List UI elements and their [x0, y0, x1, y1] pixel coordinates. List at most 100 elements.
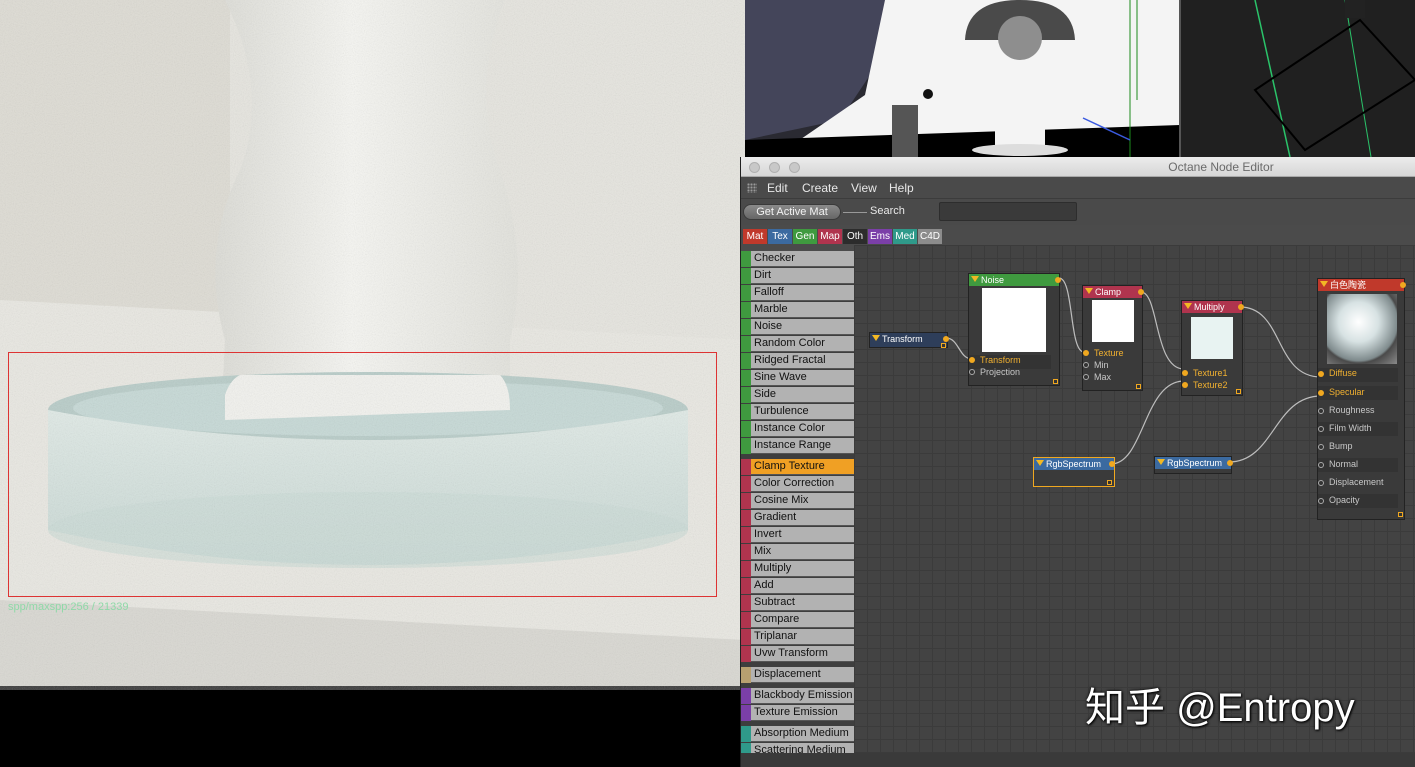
material-displacement-input[interactable] [1318, 480, 1324, 486]
category-color-bar [741, 705, 751, 721]
material-normal-input[interactable] [1318, 462, 1324, 468]
category-tab-ems[interactable]: Ems [868, 229, 892, 244]
node-list-item-add[interactable]: Add [741, 578, 854, 594]
resize-grip-icon[interactable] [1136, 384, 1141, 389]
node-list-item-multiply[interactable]: Multiply [741, 561, 854, 577]
category-tab-c4d[interactable]: C4D [918, 229, 942, 244]
node-clamp-texture-input[interactable] [1083, 350, 1089, 356]
node-rgbspectrum-1[interactable]: RgbSpectrum [1033, 457, 1115, 487]
resize-grip-icon[interactable] [1053, 379, 1058, 384]
window-titlebar[interactable]: Octane Node Editor [741, 157, 1415, 177]
collapse-arrow-icon[interactable] [971, 276, 979, 282]
search-input[interactable] [939, 202, 1077, 221]
node-clamp[interactable]: Clamp Texture Min Max [1082, 285, 1144, 391]
node-noise[interactable]: Noise Transform Projection [968, 273, 1061, 386]
category-tab-oth[interactable]: Oth [843, 229, 867, 244]
viewport-scene [745, 0, 1415, 157]
node-multiply-texture1-input[interactable] [1182, 370, 1188, 376]
node-list-item-ridged-fractal[interactable]: Ridged Fractal [741, 353, 854, 369]
node-list-item-cosine-mix[interactable]: Cosine Mix [741, 493, 854, 509]
menu-create[interactable]: Create [802, 181, 838, 195]
node-list-label: Falloff [754, 286, 784, 298]
node-list-item-dirt[interactable]: Dirt [741, 268, 854, 284]
node-multiply-texture2-input[interactable] [1182, 382, 1188, 388]
node-list-label: Texture Emission [754, 706, 838, 718]
render-viewport[interactable] [0, 0, 745, 690]
node-list-item-random-color[interactable]: Random Color [741, 336, 854, 352]
port-label: Texture [1094, 348, 1124, 358]
resize-grip-icon[interactable] [1398, 512, 1403, 517]
node-list-item-texture-emission[interactable]: Texture Emission [741, 705, 854, 721]
node-list-item-compare[interactable]: Compare [741, 612, 854, 628]
node-multiply-output[interactable] [1238, 304, 1244, 310]
node-list-label: Add [754, 579, 774, 591]
node-list-item-invert[interactable]: Invert [741, 527, 854, 543]
node-clamp-output[interactable] [1138, 289, 1144, 295]
node-list-item-absorption-medium[interactable]: Absorption Medium [741, 726, 854, 742]
collapse-arrow-icon[interactable] [1320, 281, 1328, 287]
get-active-mat-button[interactable]: Get Active Mat [743, 204, 841, 220]
category-tab-gen[interactable]: Gen [793, 229, 817, 244]
material-roughness-input[interactable] [1318, 408, 1324, 414]
node-rgbspectrum-2-output[interactable] [1227, 460, 1233, 466]
collapse-arrow-icon[interactable] [1157, 459, 1165, 465]
node-list-item-uvw-transform[interactable]: Uvw Transform [741, 646, 854, 662]
category-color-bar [741, 438, 751, 454]
menu-edit[interactable]: Edit [767, 181, 788, 195]
category-color-bar [741, 527, 751, 543]
node-transform[interactable]: Transform [869, 332, 949, 348]
material-filmwidth-input[interactable] [1318, 426, 1324, 432]
resize-grip-icon[interactable] [1107, 480, 1112, 485]
node-material[interactable]: 白色陶瓷 Diffuse Specular Roughness Film Wid… [1317, 278, 1406, 520]
node-list-item-checker[interactable]: Checker [741, 251, 854, 267]
node-transform-output[interactable] [943, 336, 949, 342]
node-list-item-subtract[interactable]: Subtract [741, 595, 854, 611]
node-multiply[interactable]: Multiply Texture1 Texture2 [1181, 300, 1244, 396]
node-list-item-triplanar[interactable]: Triplanar [741, 629, 854, 645]
material-diffuse-input[interactable] [1318, 371, 1324, 377]
category-tab-med[interactable]: Med [893, 229, 917, 244]
node-noise-output[interactable] [1055, 277, 1061, 283]
node-list-item-instance-range[interactable]: Instance Range [741, 438, 854, 454]
3d-viewport[interactable] [745, 0, 1415, 157]
node-list-item-gradient[interactable]: Gradient [741, 510, 854, 526]
node-list-item-falloff[interactable]: Falloff [741, 285, 854, 301]
node-noise-projection-input[interactable] [969, 369, 975, 375]
node-list-item-noise[interactable]: Noise [741, 319, 854, 335]
node-list-item-marble[interactable]: Marble [741, 302, 854, 318]
material-specular-input[interactable] [1318, 390, 1324, 396]
node-rgbspectrum-2[interactable]: RgbSpectrum [1154, 456, 1233, 474]
category-tab-map[interactable]: Map [818, 229, 842, 244]
category-tab-tex[interactable]: Tex [768, 229, 792, 244]
material-bump-input[interactable] [1318, 444, 1324, 450]
collapse-arrow-icon[interactable] [1184, 303, 1192, 309]
collapse-arrow-icon[interactable] [872, 335, 880, 341]
node-noise-transform-input[interactable] [969, 357, 975, 363]
node-clamp-max-input[interactable] [1083, 374, 1089, 380]
collapse-arrow-icon[interactable] [1036, 460, 1044, 466]
node-list-item-instance-color[interactable]: Instance Color [741, 421, 854, 437]
node-material-output[interactable] [1400, 282, 1406, 288]
node-list-item-clamp-texture[interactable]: Clamp Texture [741, 459, 854, 475]
node-list-item-mix[interactable]: Mix [741, 544, 854, 560]
category-tab-mat[interactable]: Mat [743, 229, 767, 244]
menu-view[interactable]: View [851, 181, 877, 195]
node-list-item-sine-wave[interactable]: Sine Wave [741, 370, 854, 386]
node-list-item-turbulence[interactable]: Turbulence [741, 404, 854, 420]
menu-help[interactable]: Help [889, 181, 914, 195]
node-type-list[interactable]: Checker Dirt Falloff Marble Noise Random Colo… [741, 251, 854, 767]
collapse-arrow-icon[interactable] [1085, 288, 1093, 294]
node-list-item-blackbody-emission[interactable]: Blackbody Emission [741, 688, 854, 704]
node-multiply-header: Multiply [1182, 301, 1242, 313]
material-opacity-input[interactable] [1318, 498, 1324, 504]
resize-grip-icon[interactable] [941, 343, 946, 348]
node-multiply-title: Multiply [1194, 302, 1225, 312]
node-list-item-displacement[interactable]: Displacement [741, 667, 854, 683]
node-material-title: 白色陶瓷 [1330, 280, 1367, 290]
resize-grip-icon[interactable] [1236, 389, 1241, 394]
wire-noise-clamp [1058, 277, 1085, 353]
node-rgbspectrum-1-output[interactable] [1109, 461, 1115, 467]
node-list-item-side[interactable]: Side [741, 387, 854, 403]
node-clamp-min-input[interactable] [1083, 362, 1089, 368]
node-list-item-color-correction[interactable]: Color Correction [741, 476, 854, 492]
